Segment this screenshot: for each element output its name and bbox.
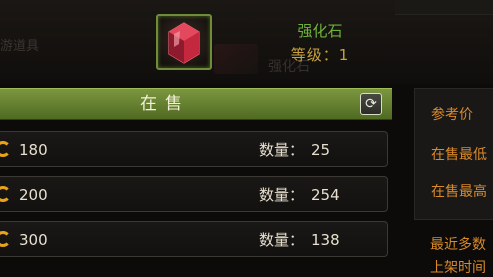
listing-row[interactable]: 200 数量： 254: [0, 176, 388, 212]
listing-row[interactable]: 180 数量： 25: [0, 131, 388, 167]
quantity-label: 数量：: [259, 141, 305, 159]
background-category-label: 游道具: [0, 39, 40, 54]
reference-price-title: 参考价: [431, 107, 473, 123]
gold-coin-icon: [0, 141, 11, 157]
listing-time-label: 上架时间: [430, 260, 486, 276]
quantity-value: 25: [311, 141, 331, 159]
quantity-label: 数量：: [259, 231, 305, 249]
item-level: 等级：1: [290, 46, 350, 64]
red-gem-icon[interactable]: [156, 14, 212, 70]
highest-on-sale-label: 在售最高: [431, 184, 487, 200]
quantity-value: 138: [311, 231, 340, 249]
listing-row[interactable]: 300 数量： 138: [0, 221, 388, 257]
quantity-label: 数量：: [259, 186, 305, 204]
item-name: 强化石: [297, 22, 343, 40]
refresh-icon: ⟳: [365, 96, 377, 112]
on-sale-header: 在售 ⟳: [0, 88, 392, 120]
refresh-button[interactable]: ⟳: [360, 93, 382, 115]
on-sale-title: 在售: [140, 94, 190, 114]
lowest-on-sale-label: 在售最低: [431, 147, 487, 163]
recent-majority-label: 最近多数: [430, 237, 486, 253]
listing-price: 180: [19, 141, 48, 159]
listing-price: 200: [19, 186, 48, 204]
gold-coin-icon: [0, 186, 11, 202]
background-header: [395, 0, 493, 15]
quantity-value: 254: [311, 186, 340, 204]
listing-price: 300: [19, 231, 48, 249]
reference-price-panel: 参考价 在售最低 在售最高: [414, 88, 493, 220]
gold-coin-icon: [0, 231, 11, 247]
